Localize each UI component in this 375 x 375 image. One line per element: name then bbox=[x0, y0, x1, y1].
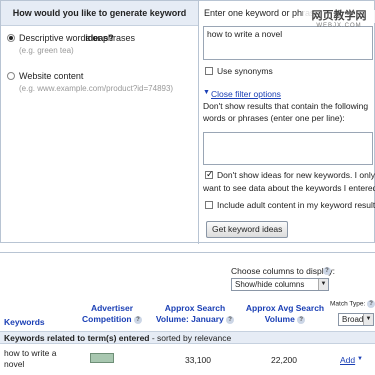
filter-desc-line1: Don't show results that contain the foll… bbox=[203, 101, 369, 111]
related-keywords-header: Keywords related to term(s) entered - so… bbox=[0, 331, 375, 344]
generate-heading: How would you like to generate keyword i… bbox=[1, 1, 198, 43]
help-icon[interactable]: ? bbox=[226, 315, 235, 324]
avg-vol-line1: Approx Avg Search bbox=[245, 303, 325, 313]
help-icon[interactable]: ? bbox=[323, 267, 331, 275]
match-type-text: Match Type: bbox=[330, 300, 366, 308]
result-keyword: how to write a novel bbox=[4, 348, 57, 369]
avg-vol-line2: Volume bbox=[264, 314, 295, 324]
adv-comp-line1: Advertiser bbox=[90, 303, 134, 313]
website-label: Website content bbox=[19, 71, 84, 81]
website-hint: (e.g. www.example.com/product?id=74893) bbox=[19, 84, 174, 93]
dont-show-new-checkbox[interactable] bbox=[205, 169, 214, 180]
descriptive-hint: (e.g. green tea) bbox=[19, 46, 74, 55]
show-hide-columns-select[interactable]: Show/hide columns ▼ bbox=[231, 278, 329, 291]
adv-comp-line2: Competition bbox=[82, 314, 132, 324]
add-keyword-link[interactable]: Add bbox=[340, 355, 355, 365]
descriptive-radio[interactable] bbox=[7, 34, 15, 42]
choose-columns-label: Choose columns to display: bbox=[231, 266, 335, 276]
help-icon[interactable]: ? bbox=[367, 300, 375, 308]
dont-show-line1: Don't show ideas for new keywords. I onl… bbox=[217, 170, 375, 180]
match-type-value: Broad bbox=[342, 315, 364, 324]
related-heading: Keywords related to term(s) entered bbox=[4, 333, 150, 343]
col-advertiser-competition[interactable]: Advertiser Competition ? bbox=[72, 303, 152, 325]
avg-volume-value: 22,200 bbox=[271, 355, 297, 365]
watermark-sub: WEBJX.COM bbox=[316, 23, 362, 29]
match-type-select[interactable]: Broad ▼ bbox=[338, 313, 374, 326]
show-hide-value: Show/hide columns bbox=[235, 280, 305, 289]
filter-desc-line2: words or phrases (enter one per line): bbox=[203, 113, 345, 123]
dont-show-line2: want to see data about the keywords I en… bbox=[203, 183, 375, 193]
adult-content-label: Include adult content in my keyword resu… bbox=[217, 200, 375, 210]
keyword-entry: Enter one keyword or phras how to write … bbox=[200, 1, 375, 244]
search-volume-value: 33,100 bbox=[185, 355, 211, 365]
collapse-triangle-icon[interactable]: ▼ bbox=[203, 89, 210, 96]
generate-options: How would you like to generate keyword i… bbox=[1, 1, 199, 244]
negative-keywords-textarea[interactable] bbox=[203, 132, 373, 165]
competition-bar bbox=[90, 353, 114, 363]
close-filter-link[interactable]: Close filter options bbox=[211, 89, 281, 99]
entry-heading: Enter one keyword or phras bbox=[204, 8, 315, 18]
website-radio[interactable] bbox=[7, 72, 15, 80]
use-synonyms-checkbox[interactable] bbox=[205, 67, 213, 75]
search-vol-line2: Volume: January bbox=[155, 314, 224, 324]
col-search-volume-january[interactable]: Approx Search Volume: January ? bbox=[150, 303, 240, 325]
dropdown-arrow-icon: ▼ bbox=[363, 314, 373, 325]
watermark-text: 网页教学网 bbox=[303, 10, 375, 23]
get-keyword-ideas-button[interactable]: Get keyword ideas bbox=[206, 221, 289, 238]
col-avg-search-volume[interactable]: Approx Avg Search Volume ? bbox=[240, 303, 330, 325]
use-synonyms-label: Use synonyms bbox=[217, 66, 273, 76]
search-vol-line1: Approx Search bbox=[164, 303, 226, 313]
help-icon[interactable]: ? bbox=[297, 315, 306, 324]
match-type-label: Match Type: ? bbox=[330, 300, 375, 308]
chevron-down-icon[interactable]: ▼ bbox=[357, 356, 363, 362]
adult-content-checkbox[interactable] bbox=[205, 201, 213, 209]
sort-note: - sorted by relevance bbox=[149, 333, 232, 343]
col-keywords[interactable]: Keywords bbox=[4, 317, 45, 328]
dropdown-arrow-icon: ▼ bbox=[318, 279, 328, 290]
watermark-logo: 网页教学网 WEBJX.COM bbox=[303, 10, 375, 36]
help-icon[interactable]: ? bbox=[133, 315, 142, 324]
section-divider bbox=[0, 252, 375, 253]
keyword-idea-panel: How would you like to generate keyword i… bbox=[0, 0, 375, 244]
descriptive-label: Descriptive words or phrases bbox=[19, 33, 136, 43]
